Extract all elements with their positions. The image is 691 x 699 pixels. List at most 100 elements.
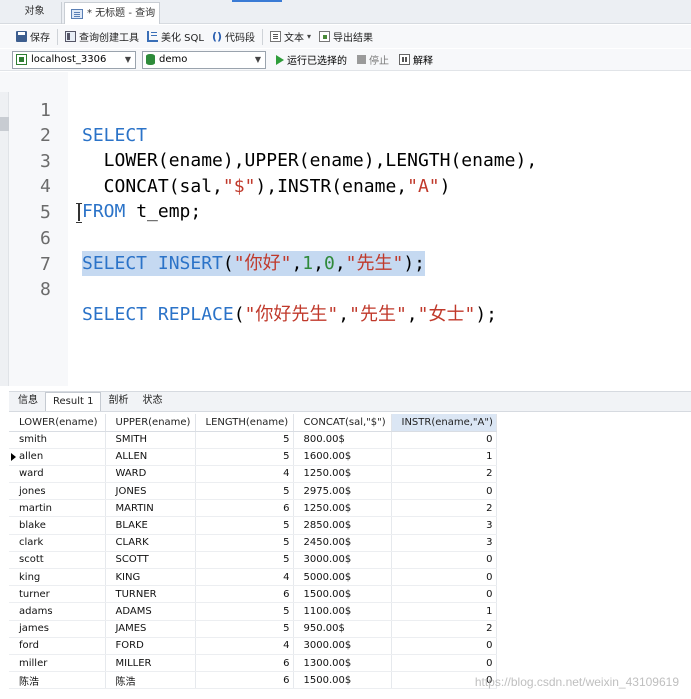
table-cell[interactable]: ALLEN xyxy=(105,448,196,466)
run-selected-button[interactable]: 运行已选择的 xyxy=(272,52,347,67)
table-row[interactable]: king KING 4 5000.00$ 0 xyxy=(9,568,497,587)
table-cell[interactable]: 0 xyxy=(391,551,497,570)
table-cell[interactable]: jones xyxy=(9,482,106,501)
table-cell[interactable]: miller xyxy=(9,654,106,673)
column-header[interactable]: INSTR(ename,"A") xyxy=(391,414,497,432)
table-cell[interactable]: blake xyxy=(9,516,106,535)
table-cell[interactable]: 陈浩 xyxy=(105,671,196,690)
table-cell[interactable]: 0 xyxy=(391,585,497,604)
beautify-sql-button[interactable]: 美化 SQL xyxy=(143,27,208,47)
column-header[interactable]: LENGTH(ename) xyxy=(195,414,294,432)
text-button[interactable]: 文本 ▾ xyxy=(266,27,315,47)
tab-profile[interactable]: 剖析 xyxy=(101,392,135,411)
tab-status[interactable]: 状态 xyxy=(135,392,169,411)
table-cell[interactable]: JAMES xyxy=(105,620,196,638)
column-header[interactable]: CONCAT(sal,"$") xyxy=(293,414,392,432)
table-cell[interactable]: 3000.00$ xyxy=(293,551,392,570)
table-row[interactable]: ward WARD 4 1250.00$ 2 xyxy=(9,465,497,484)
query-builder-button[interactable]: 查询创建工具 xyxy=(61,27,143,47)
table-cell[interactable]: 0 xyxy=(391,568,497,587)
table-cell[interactable]: 3000.00$ xyxy=(293,637,392,655)
table-cell[interactable]: 0 xyxy=(391,654,497,673)
table-cell[interactable]: turner xyxy=(9,585,106,604)
table-cell[interactable]: king xyxy=(9,568,106,587)
table-row[interactable]: turner TURNER 6 1500.00$ 0 xyxy=(9,585,497,604)
table-cell[interactable]: 5 xyxy=(195,602,294,621)
database-select[interactable]: demo ▼ xyxy=(142,50,266,69)
table-cell[interactable]: 5 xyxy=(195,534,294,552)
table-cell[interactable]: 0 xyxy=(391,482,497,501)
table-cell[interactable]: 6 xyxy=(195,654,294,673)
table-cell[interactable]: CLARK xyxy=(105,534,196,552)
table-cell[interactable]: FORD xyxy=(105,637,196,655)
table-row[interactable]: james JAMES 5 950.00$ 2 xyxy=(9,620,497,638)
table-cell[interactable]: 5 xyxy=(195,448,294,466)
table-row[interactable]: blake BLAKE 5 2850.00$ 3 xyxy=(9,516,497,535)
code-snippet-button[interactable]: () 代码段 xyxy=(208,27,259,47)
table-cell[interactable]: 1500.00$ xyxy=(293,585,392,604)
table-cell[interactable]: ADAMS xyxy=(105,602,196,621)
table-cell[interactable]: 4 xyxy=(195,465,294,484)
table-cell[interactable]: 0 xyxy=(391,637,497,655)
table-cell[interactable]: 4 xyxy=(195,568,294,587)
table-cell[interactable]: 5000.00$ xyxy=(293,568,392,587)
table-cell[interactable]: 800.00$ xyxy=(293,431,392,449)
table-cell[interactable]: smith xyxy=(9,431,106,449)
table-cell[interactable]: WARD xyxy=(105,465,196,484)
column-header[interactable]: UPPER(ename) xyxy=(105,414,196,432)
table-cell[interactable]: 3 xyxy=(391,516,497,535)
table-cell[interactable]: 1600.00$ xyxy=(293,448,392,466)
table-row[interactable]: martin MARTIN 6 1250.00$ 2 xyxy=(9,499,497,518)
table-cell[interactable]: 6 xyxy=(195,499,294,518)
table-cell[interactable]: 2450.00$ xyxy=(293,534,392,552)
table-row[interactable]: smith SMITH 5 800.00$ 0 xyxy=(9,431,497,449)
table-row[interactable]: jones JONES 5 2975.00$ 0 xyxy=(9,482,497,501)
sql-editor[interactable]: 1 SELECT 2 LOWER(ename),UPPER(ename),LEN… xyxy=(0,72,691,386)
table-cell[interactable]: james xyxy=(9,620,106,638)
table-row[interactable]: scott SCOTT 5 3000.00$ 0 xyxy=(9,551,497,570)
table-cell[interactable]: 1250.00$ xyxy=(293,465,392,484)
table-cell[interactable]: scott xyxy=(9,551,106,570)
table-row[interactable]: adams ADAMS 5 1100.00$ 1 xyxy=(9,602,497,621)
table-cell[interactable]: 950.00$ xyxy=(293,620,392,638)
table-cell[interactable]: 1250.00$ xyxy=(293,499,392,518)
column-header[interactable]: LOWER(ename) xyxy=(9,414,106,432)
table-cell[interactable]: martin xyxy=(9,499,106,518)
tab-untitled-query[interactable]: * 无标题 - 查询 xyxy=(64,2,160,24)
table-cell[interactable]: 4 xyxy=(195,637,294,655)
table-cell[interactable]: 陈浩 xyxy=(9,671,106,690)
table-cell[interactable]: 5 xyxy=(195,482,294,501)
table-cell[interactable]: 5 xyxy=(195,551,294,570)
table-cell[interactable]: 6 xyxy=(195,671,294,690)
table-cell[interactable]: 2 xyxy=(391,620,497,638)
table-cell[interactable]: 1500.00$ xyxy=(293,671,392,690)
table-cell[interactable]: TURNER xyxy=(105,585,196,604)
table-cell[interactable]: SMITH xyxy=(105,431,196,449)
tab-result-1[interactable]: Result 1 xyxy=(45,392,102,411)
table-cell[interactable]: MARTIN xyxy=(105,499,196,518)
table-cell[interactable]: 3 xyxy=(391,534,497,552)
table-row[interactable]: miller MILLER 6 1300.00$ 0 xyxy=(9,654,497,673)
table-cell[interactable]: 1 xyxy=(391,602,497,621)
table-cell[interactable]: 2850.00$ xyxy=(293,516,392,535)
table-row[interactable]: allen ALLEN 5 1600.00$ 1 xyxy=(9,448,497,466)
table-cell[interactable]: 1 xyxy=(391,448,497,466)
table-cell[interactable]: 1300.00$ xyxy=(293,654,392,673)
save-button[interactable]: 保存 xyxy=(12,27,54,47)
connection-select[interactable]: localhost_3306 ▼ xyxy=(12,50,136,69)
table-cell[interactable]: 5 xyxy=(195,431,294,449)
table-cell[interactable]: SCOTT xyxy=(105,551,196,570)
table-cell[interactable]: JONES xyxy=(105,482,196,501)
table-cell[interactable]: 0 xyxy=(391,431,497,449)
table-cell[interactable]: MILLER xyxy=(105,654,196,673)
table-cell[interactable]: 5 xyxy=(195,516,294,535)
table-cell[interactable]: 2975.00$ xyxy=(293,482,392,501)
export-results-button[interactable]: 导出结果 xyxy=(315,27,377,47)
tab-objects[interactable]: 对象 xyxy=(8,2,62,24)
tab-info[interactable]: 信息 xyxy=(11,392,45,411)
table-row[interactable]: clark CLARK 5 2450.00$ 3 xyxy=(9,534,497,552)
table-cell[interactable]: 5 xyxy=(195,620,294,638)
table-cell[interactable]: KING xyxy=(105,568,196,587)
table-cell[interactable]: adams xyxy=(9,602,106,621)
result-grid[interactable]: LOWER(ename) UPPER(ename) LENGTH(ename) … xyxy=(9,414,691,699)
